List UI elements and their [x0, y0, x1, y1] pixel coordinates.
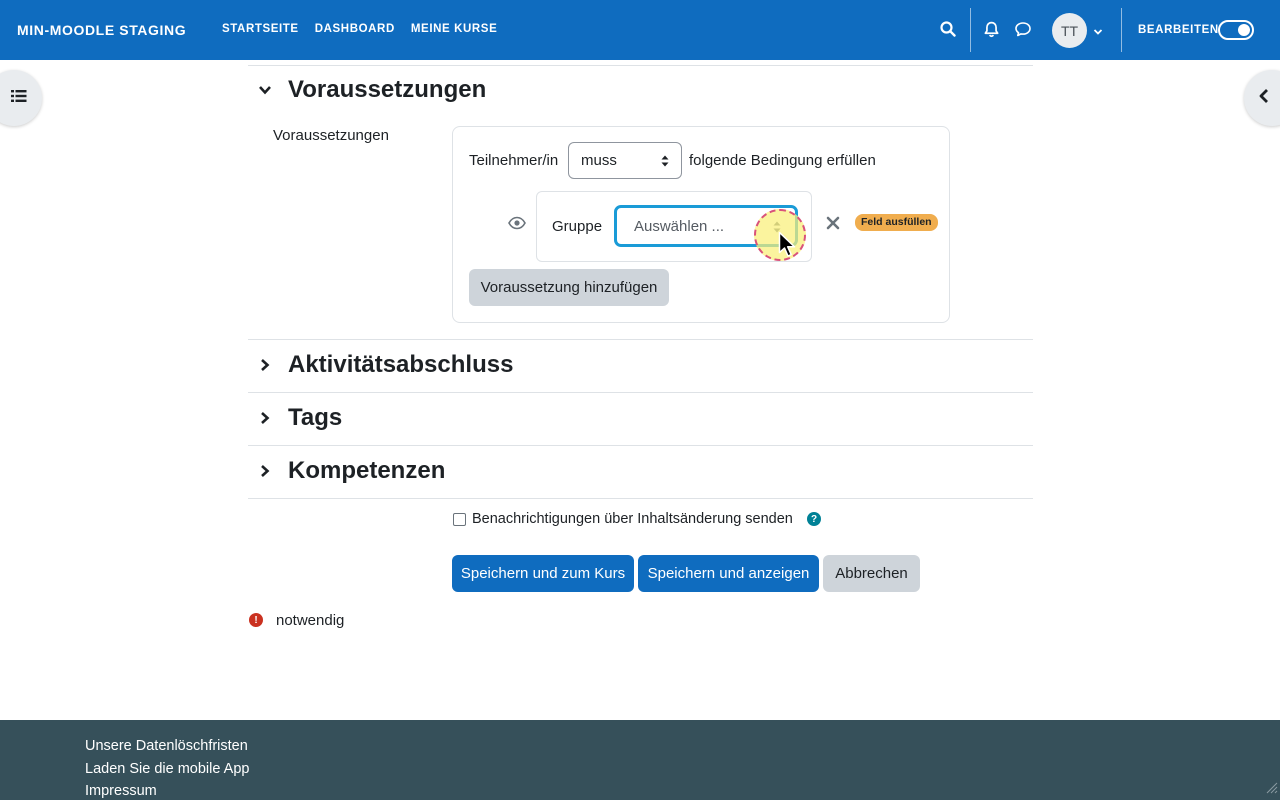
chevron-down-icon [256, 81, 274, 99]
section-divider [248, 392, 1033, 393]
section-header-completion[interactable]: Aktivitätsabschluss [256, 351, 513, 379]
required-badge: Feld ausfüllen [855, 214, 938, 231]
block-drawer-button[interactable] [1244, 70, 1280, 126]
cancel-button[interactable]: Abbrechen [823, 555, 920, 592]
navbar-divider [970, 8, 971, 52]
chevron-left-icon [1258, 88, 1270, 108]
required-label: notwendig [276, 612, 345, 629]
section-header-tags[interactable]: Tags [256, 404, 342, 432]
section-header-restrict[interactable]: Voraussetzungen [256, 76, 486, 104]
toggle-knob [1238, 24, 1250, 36]
mouse-cursor-icon [778, 231, 798, 263]
footer-link-mobile-app[interactable]: Laden Sie die mobile App [85, 761, 249, 777]
section-divider [248, 445, 1033, 446]
section-divider [248, 65, 1033, 66]
condition-suffix: folgende Bedingung erfüllen [689, 152, 876, 169]
user-avatar[interactable]: TT [1052, 13, 1087, 48]
group-label: Gruppe [552, 218, 603, 235]
section-title: Tags [288, 404, 343, 431]
section-divider [248, 498, 1033, 499]
select-arrows-icon [661, 154, 669, 171]
nav-link-home[interactable]: STARTSEITE [222, 23, 299, 35]
site-brand[interactable]: MIN-MOODLE STAGING [17, 22, 186, 38]
notify-checkbox[interactable] [453, 513, 466, 526]
search-icon[interactable] [937, 18, 959, 40]
help-icon[interactable]: ? [807, 512, 821, 526]
chevron-right-icon [256, 356, 274, 374]
footer-link-data-retention[interactable]: Unsere Datenlöschfristen [85, 738, 248, 754]
nav-link-dashboard[interactable]: DASHBOARD [315, 23, 395, 35]
navbar: MIN-MOODLE STAGING STARTSEITE DASHBOARD … [0, 0, 1280, 60]
edit-mode-toggle[interactable] [1218, 20, 1254, 40]
chat-bubble-icon[interactable] [1012, 18, 1034, 40]
delete-condition-icon[interactable] [826, 216, 840, 234]
navbar-divider [1121, 8, 1122, 52]
page-footer: Unsere Datenlöschfristen Laden Sie die m… [0, 720, 1280, 800]
resize-grip-icon [1266, 781, 1278, 798]
section-header-competencies[interactable]: Kompetenzen [256, 457, 445, 485]
must-select-value: muss [581, 152, 617, 169]
section-divider [248, 339, 1033, 340]
list-icon [11, 89, 27, 107]
chevron-right-icon [256, 462, 274, 480]
eye-icon[interactable] [508, 216, 526, 234]
footer-link-imprint[interactable]: Impressum [85, 783, 157, 799]
participant-label: Teilnehmer/in [469, 152, 559, 169]
edit-mode-label: BEARBEITEN [1138, 24, 1219, 36]
section-title: Aktivitätsabschluss [288, 351, 514, 378]
restrict-field-label: Voraussetzungen [273, 127, 389, 144]
bell-icon[interactable] [980, 18, 1002, 40]
add-restriction-button[interactable]: Voraussetzung hinzufügen [469, 269, 669, 306]
save-and-return-button[interactable]: Speichern und zum Kurs [452, 555, 634, 592]
primary-navigation: STARTSEITE DASHBOARD MEINE KURSE [222, 23, 497, 35]
required-icon: ! [249, 613, 263, 627]
chevron-right-icon [256, 409, 274, 427]
course-index-drawer-button[interactable] [0, 70, 42, 126]
group-select-value: Auswählen ... [634, 218, 725, 235]
save-and-display-button[interactable]: Speichern und anzeigen [638, 555, 819, 592]
section-title: Voraussetzungen [288, 76, 487, 103]
section-title: Kompetenzen [288, 457, 446, 484]
chevron-down-icon[interactable] [1093, 24, 1103, 41]
notify-label[interactable]: Benachrichtigungen über Inhaltsänderung … [472, 511, 793, 527]
must-select[interactable]: muss [568, 142, 682, 179]
nav-link-my-courses[interactable]: MEINE KURSE [411, 23, 497, 35]
